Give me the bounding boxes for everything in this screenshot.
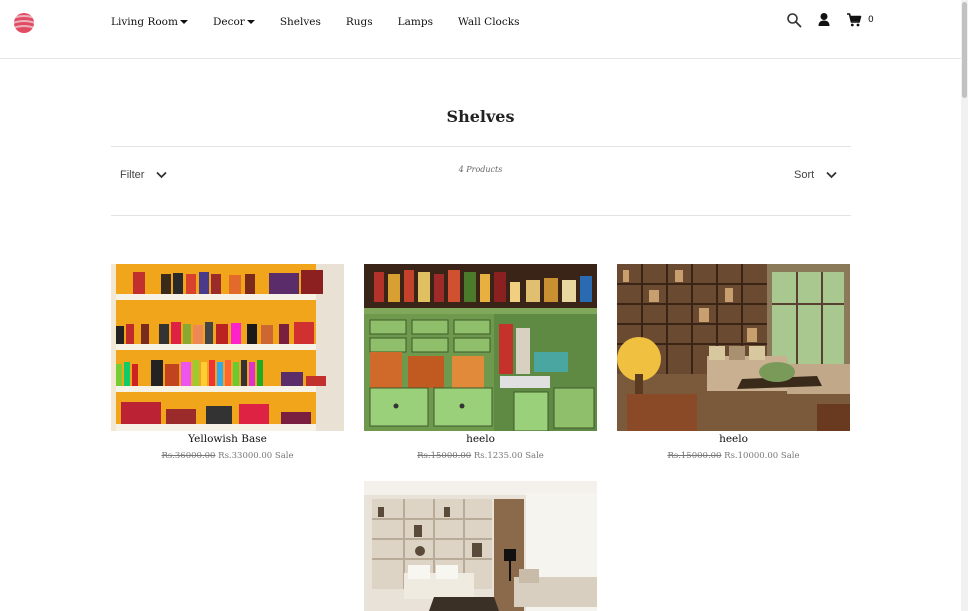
nav-item-wall-clocks[interactable]: Wall Clocks	[458, 16, 520, 28]
nav-item-rugs[interactable]: Rugs	[346, 16, 373, 28]
user-icon[interactable]	[816, 12, 832, 28]
sort-dropdown[interactable]: Sort	[794, 169, 837, 181]
caret-down-icon	[246, 19, 255, 24]
scrollbar-thumb[interactable]	[962, 2, 967, 98]
product-image[interactable]	[364, 264, 597, 431]
nav-item-lamps[interactable]: Lamps	[398, 16, 433, 28]
compare-at-price: Rs.36000.00	[161, 451, 216, 461]
nav-item-decor[interactable]: Decor	[213, 16, 255, 28]
sale-price: Rs.33000.00	[218, 451, 273, 461]
product-price: Rs.15000.00 Rs.1235.00 Sale	[364, 451, 597, 461]
nav-label: Lamps	[397, 16, 433, 28]
brand-logo-icon[interactable]	[13, 12, 35, 34]
header-actions: 0	[786, 12, 874, 28]
nav-item-living-room[interactable]: Living Room	[111, 16, 188, 28]
product-photo-living-room	[617, 264, 850, 431]
divider	[111, 146, 851, 147]
product-price: Rs.15000.00 Rs.10000.00 Sale	[617, 451, 850, 461]
caret-down-icon	[179, 19, 188, 24]
sale-badge: Sale	[525, 451, 544, 461]
sale-price: Rs.1235.00	[473, 451, 523, 461]
search-icon[interactable]	[786, 12, 802, 28]
divider	[111, 215, 851, 216]
product-image[interactable]	[364, 481, 597, 611]
main-nav: Living Room Decor Shelves Rugs Lamps Wal…	[111, 16, 545, 28]
sort-label: Sort	[794, 169, 815, 181]
product-photo-white-living-room	[364, 481, 597, 611]
product-image[interactable]	[617, 264, 850, 431]
product-photo-shelves-leather	[111, 264, 344, 431]
nav-label: Shelves	[279, 16, 321, 28]
nav-label: Decor	[212, 16, 245, 28]
product-name[interactable]: heelo	[364, 433, 597, 445]
sale-price: Rs.10000.00	[724, 451, 779, 461]
compare-at-price: Rs.15000.00	[667, 451, 722, 461]
product-image[interactable]	[111, 264, 344, 431]
product-card[interactable]	[364, 481, 597, 611]
cart-count: 0	[868, 15, 874, 25]
sale-badge: Sale	[274, 451, 294, 461]
chevron-down-icon	[826, 171, 837, 179]
product-price: Rs.36000.00 Rs.33000.00 Sale	[111, 451, 344, 461]
nav-label: Rugs	[345, 16, 373, 28]
nav-label: Living Room	[111, 16, 178, 28]
nav-label: Wall Clocks	[457, 16, 520, 28]
page-title: Shelves	[446, 107, 515, 126]
nav-item-shelves[interactable]: Shelves	[280, 16, 321, 28]
cart-icon[interactable]	[846, 12, 862, 28]
product-name[interactable]: heelo	[617, 433, 850, 445]
sale-badge: Sale	[780, 451, 800, 461]
product-card[interactable]: heelo Rs.15000.00 Rs.1235.00 Sale	[364, 264, 597, 461]
product-photo-green-cabinet	[364, 264, 597, 431]
product-name[interactable]: Yellowish Base	[111, 433, 344, 445]
site-header: Living Room Decor Shelves Rugs Lamps Wal…	[0, 0, 968, 59]
page-scrollbar[interactable]	[961, 0, 968, 611]
compare-at-price: Rs.15000.00	[417, 451, 472, 461]
product-card[interactable]: Yellowish Base Rs.36000.00 Rs.33000.00 S…	[111, 264, 344, 461]
product-card[interactable]: heelo Rs.15000.00 Rs.10000.00 Sale	[617, 264, 850, 461]
